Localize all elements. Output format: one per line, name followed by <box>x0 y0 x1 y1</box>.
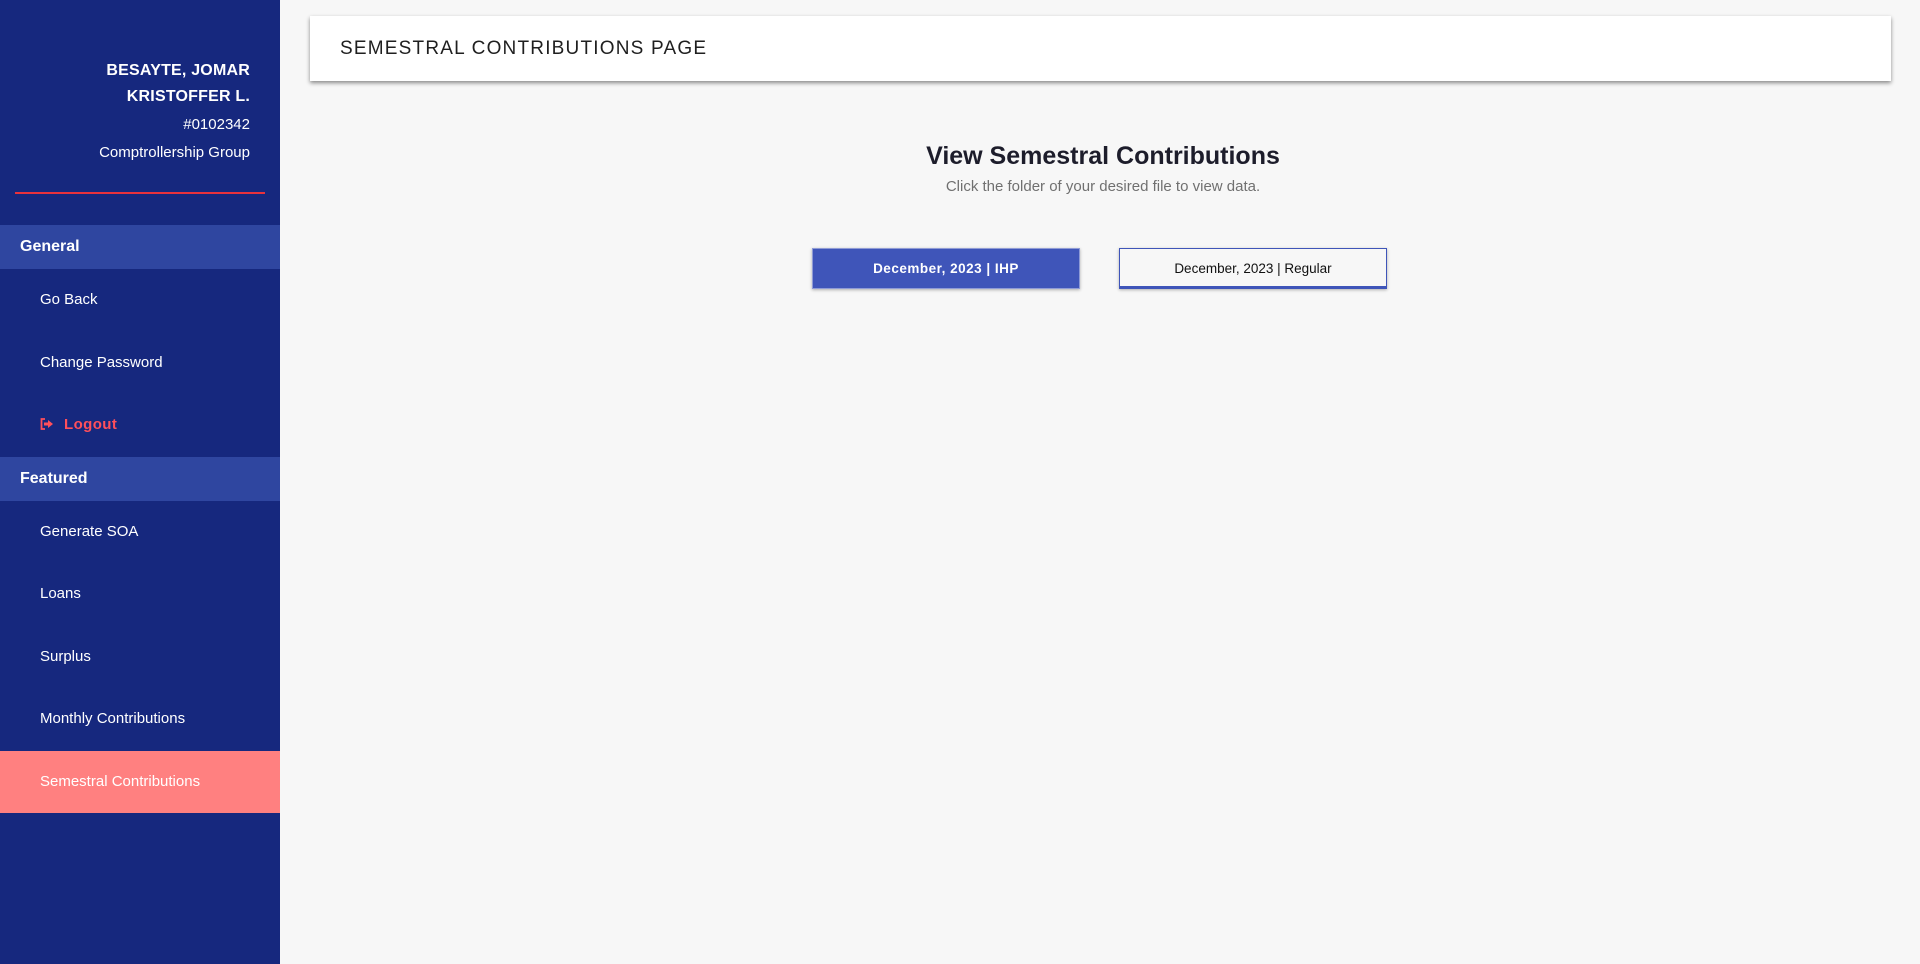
folder-button-december-2023-regular[interactable]: December, 2023 | Regular <box>1119 248 1387 289</box>
sidebar-item-label: Change Password <box>40 354 163 371</box>
profile-divider <box>15 192 265 194</box>
main-content: SEMESTRAL CONTRIBUTIONS PAGE View Semest… <box>280 0 1920 964</box>
profile-name-line1: BESAYTE, JOMAR <box>106 62 250 79</box>
sidebar-item-surplus[interactable]: Surplus <box>0 626 280 688</box>
sign-out-icon <box>40 418 54 430</box>
folder-button-december-2023-ihp[interactable]: December, 2023 | IHP <box>812 248 1080 289</box>
sidebar-item-label: Semestral Contributions <box>40 773 201 790</box>
sidebar-item-monthly-contributions[interactable]: Monthly Contributions <box>0 688 280 750</box>
sidebar-item-loans[interactable]: Loans <box>0 563 280 625</box>
profile-id: #0102342 <box>183 116 250 133</box>
page-title: SEMESTRAL CONTRIBUTIONS PAGE <box>310 16 1891 81</box>
sidebar-item-generate-soa[interactable]: Generate SOA <box>0 501 280 563</box>
content-title: View Semestral Contributions <box>926 142 1280 170</box>
sidebar-item-label: Logout <box>64 416 118 433</box>
section-header-general: General <box>0 225 280 269</box>
sidebar-item-change-password[interactable]: Change Password <box>0 332 280 394</box>
profile-name-line2: KRISTOFFER L. <box>126 88 250 105</box>
sidebar-item-label: Surplus <box>40 648 91 665</box>
sidebar: BESAYTE, JOMAR KRISTOFFER L. #0102342 Co… <box>0 0 280 964</box>
sidebar-item-go-back[interactable]: Go Back <box>0 269 280 331</box>
sidebar-item-logout[interactable]: Logout <box>0 394 280 456</box>
sidebar-item-label: Go Back <box>40 291 98 308</box>
sidebar-item-semestral-contributions[interactable]: Semestral Contributions <box>0 751 280 813</box>
profile-group: Comptrollership Group <box>99 144 250 161</box>
section-header-featured: Featured <box>0 457 280 501</box>
sidebar-item-label: Generate SOA <box>40 523 139 540</box>
sidebar-item-label: Loans <box>40 585 81 602</box>
sidebar-item-label: Monthly Contributions <box>40 710 186 727</box>
user-profile: BESAYTE, JOMAR KRISTOFFER L. #0102342 Co… <box>0 0 280 163</box>
content-subtitle: Click the folder of your desired file to… <box>945 178 1261 195</box>
